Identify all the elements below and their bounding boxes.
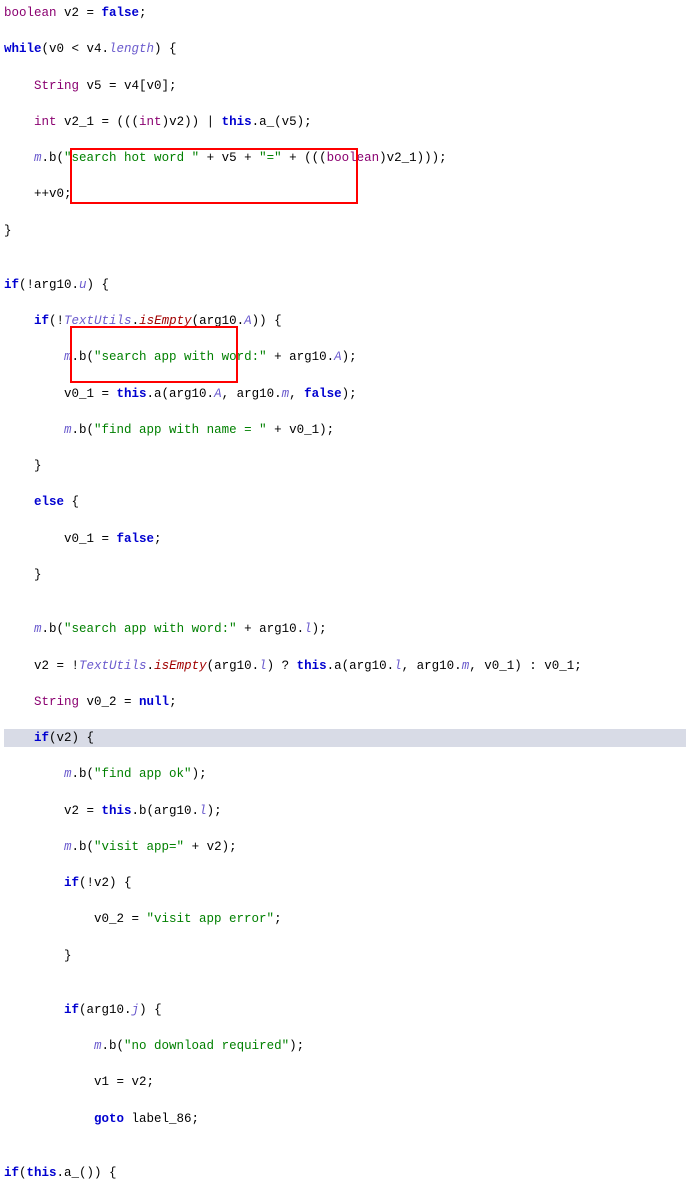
code-line: if(arg10.j) {: [4, 1001, 686, 1019]
code-line: while(v0 < v4.length) {: [4, 40, 686, 58]
code-line: m.b("search app with word:" + arg10.l);: [4, 620, 686, 638]
code-line: }: [4, 457, 686, 475]
code-line: String v0_2 = null;: [4, 693, 686, 711]
code-line: }: [4, 566, 686, 584]
code-line: if(!v2) {: [4, 874, 686, 892]
code-line: if(v2) {: [4, 729, 686, 747]
code-line: v1 = v2;: [4, 1073, 686, 1091]
code-line: v0_1 = this.a(arg10.A, arg10.m, false);: [4, 385, 686, 403]
code-line: v0_1 = false;: [4, 530, 686, 548]
code-line: if(!arg10.u) {: [4, 276, 686, 294]
code-line: boolean v2 = false;: [4, 4, 686, 22]
code-line: String v5 = v4[v0];: [4, 77, 686, 95]
code-line: m.b("find app ok");: [4, 765, 686, 783]
code-block: boolean v2 = false; while(v0 < v4.length…: [4, 4, 686, 1198]
code-line: ++v0;: [4, 185, 686, 203]
code-line: if(!TextUtils.isEmpty(arg10.A)) {: [4, 312, 686, 330]
code-line: m.b("no download required");: [4, 1037, 686, 1055]
code-line: m.b("visit app=" + v2);: [4, 838, 686, 856]
code-line: else {: [4, 493, 686, 511]
code-line: }: [4, 947, 686, 965]
code-line: goto label_86;: [4, 1110, 686, 1128]
code-line: int v2_1 = (((int)v2)) | this.a_(v5);: [4, 113, 686, 131]
code-line: }: [4, 222, 686, 240]
code-line: v0_2 = "visit app error";: [4, 910, 686, 928]
code-line: if(this.a_()) {: [4, 1164, 686, 1182]
code-line: v2 = this.b(arg10.l);: [4, 802, 686, 820]
code-line: m.b("search hot word " + v5 + "=" + (((b…: [4, 149, 686, 167]
code-line: v2 = !TextUtils.isEmpty(arg10.l) ? this.…: [4, 657, 686, 675]
code-line: m.b("find app with name = " + v0_1);: [4, 421, 686, 439]
code-line: m.b("search app with word:" + arg10.A);: [4, 348, 686, 366]
